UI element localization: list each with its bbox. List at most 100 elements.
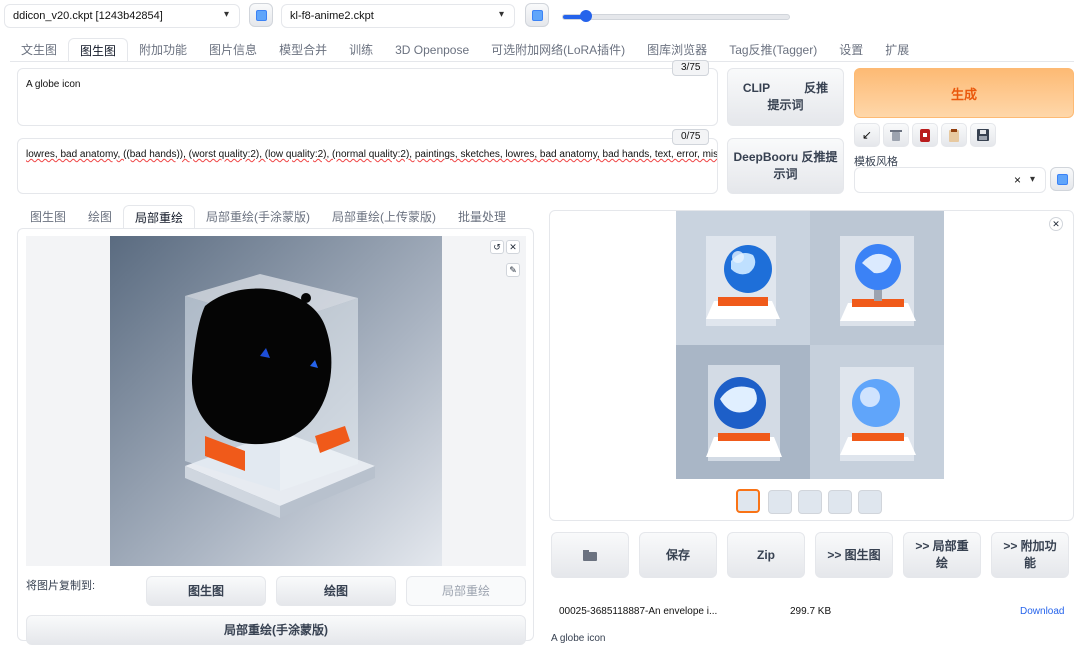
save-style-button[interactable] [970, 123, 996, 147]
mode-tab-1[interactable]: 绘图 [77, 205, 123, 229]
main-tab-4[interactable]: 模型合并 [268, 38, 338, 62]
thumbnail-2[interactable] [798, 490, 822, 514]
send-extras-label-1: >> 附加功 [1003, 539, 1057, 553]
copy-to-inpaint-button[interactable]: 局部重绘 [406, 576, 526, 606]
deepbooru-label-1: DeepBooru 反推提 [733, 150, 838, 164]
thumbnail-grid[interactable] [736, 489, 760, 513]
refresh-styles-button[interactable] [1050, 167, 1074, 191]
tab-divider [10, 61, 1074, 62]
grid-tile-1 [676, 211, 810, 345]
checkpoint-value: ddicon_v20.ckpt [1243b42854] [13, 10, 163, 22]
negative-token-counter: 0/75 [672, 129, 710, 145]
clip-label-2: 反推 [804, 81, 829, 95]
deepbooru-label-2: 示词 [773, 167, 798, 181]
output-file-name: 00025-3685118887-An envelope i... [559, 606, 718, 617]
trash-icon [890, 129, 902, 141]
copy-inpaint-sketch-label: 局部重绘(手涂蒙版) [224, 622, 328, 637]
refresh-vae-button[interactable] [525, 3, 549, 27]
clip-label-1: CLIP [742, 81, 771, 95]
generate-button[interactable]: 生成 [854, 68, 1074, 118]
main-tab-11[interactable]: 扩展 [874, 38, 920, 62]
deepbooru-interrogate-button[interactable]: DeepBooru 反推提 示词 [727, 138, 844, 194]
refresh-icon [532, 10, 543, 21]
chevron-down-icon: ▾ [223, 9, 229, 20]
chevron-down-icon: ▾ [498, 9, 504, 20]
send-to-img2img-button[interactable]: >> 图生图 [815, 532, 893, 578]
style-select[interactable]: × ▾ [854, 167, 1046, 193]
send-to-extras-button[interactable]: >> 附加功 能 [991, 532, 1069, 578]
generation-info: A globe icon [551, 633, 606, 644]
output-grid-image[interactable] [676, 211, 944, 479]
clip-interrogate-button[interactable]: CLIP 反推 提示词 [727, 68, 844, 126]
grid-tile-4 [810, 345, 944, 479]
download-link[interactable]: Download [1020, 606, 1064, 617]
thumbnail-1[interactable] [768, 490, 792, 514]
brush-icon[interactable]: ✎ [506, 263, 520, 277]
undo-icon[interactable]: ↺ [490, 240, 504, 254]
copy-img2img-label: 图生图 [187, 583, 224, 598]
send-img2img-label: >> 图生图 [827, 547, 881, 562]
checkpoint-select[interactable]: ddicon_v20.ckpt [1243b42854] ▾ [4, 4, 240, 28]
inpaint-image[interactable] [110, 236, 442, 566]
mode-tab-3[interactable]: 局部重绘(手涂蒙版) [195, 205, 321, 229]
refresh-icon [256, 10, 267, 21]
copy-inpaint-label: 局部重绘 [441, 583, 490, 598]
copy-to-img2img-button[interactable]: 图生图 [146, 576, 266, 606]
save-button[interactable]: 保存 [639, 532, 717, 578]
main-tab-9[interactable]: Tag反推(Tagger) [718, 38, 828, 62]
show-extra-networks-button[interactable] [912, 123, 938, 147]
globe-icon-render [110, 236, 442, 566]
copy-to-sketch-button[interactable]: 绘图 [276, 576, 396, 606]
main-tab-3[interactable]: 图片信息 [198, 38, 268, 62]
main-tab-10[interactable]: 设置 [828, 38, 874, 62]
card-icon [920, 128, 930, 142]
globe-icon [676, 211, 810, 345]
clip-skip-slider[interactable] [562, 10, 790, 22]
main-tab-0[interactable]: 文生图 [10, 38, 68, 62]
globe-icon [810, 345, 944, 479]
output-file-size: 299.7 KB [790, 606, 832, 617]
main-tab-2[interactable]: 附加功能 [128, 38, 198, 62]
main-tab-7[interactable]: 可选附加网络(LoRA插件) [480, 38, 636, 62]
thumbnail-3[interactable] [828, 490, 852, 514]
refresh-checkpoint-button[interactable] [249, 3, 273, 27]
prompt-text: A globe icon [26, 79, 81, 90]
apply-style-button[interactable] [941, 123, 967, 147]
floppy-disk-icon [977, 129, 989, 141]
globe-icon [810, 211, 944, 345]
clear-prompt-button[interactable] [883, 123, 909, 147]
clear-icon[interactable]: × [1014, 173, 1021, 187]
refresh-icon [1057, 174, 1068, 185]
mode-tab-0[interactable]: 图生图 [19, 205, 77, 229]
negative-prompt-input[interactable]: lowres, bad anatomy, ((bad hands)), (wor… [17, 138, 718, 194]
zip-button[interactable]: Zip [727, 532, 805, 578]
copy-sketch-label: 绘图 [323, 583, 348, 598]
send-inpaint-label-2: 绘 [935, 556, 948, 570]
thumbnail-4[interactable] [858, 490, 882, 514]
open-folder-button[interactable] [551, 532, 629, 578]
mode-tab-2[interactable]: 局部重绘 [123, 205, 196, 229]
prompt-input[interactable]: A globe icon [17, 68, 718, 126]
grid-tile-3 [676, 345, 810, 479]
close-icon[interactable]: ✕ [506, 240, 520, 254]
slider-thumb[interactable] [579, 10, 592, 22]
main-tab-5[interactable]: 训练 [338, 38, 384, 62]
inpaint-canvas-area[interactable]: ✕ ↺ ✎ [26, 236, 526, 566]
mode-tab-4[interactable]: 局部重绘(上传蒙版) [321, 205, 447, 229]
main-tab-6[interactable]: 3D Openpose [384, 38, 480, 62]
main-tabs: 文生图 图生图 附加功能 图片信息 模型合并 训练 3D Openpose 可选附加网络(Lo… [10, 38, 920, 62]
send-to-inpaint-button[interactable]: >> 局部重 绘 [903, 532, 981, 578]
close-icon[interactable]: ✕ [1049, 217, 1063, 231]
grid-tile-2 [810, 211, 944, 345]
arrow-down-left-icon: ↙ [861, 128, 873, 142]
vae-select[interactable]: kl-f8-anime2.ckpt ▾ [281, 4, 515, 28]
read-params-button[interactable]: ↙ [854, 123, 880, 147]
mode-tab-5[interactable]: 批量处理 [447, 205, 517, 229]
main-tab-1[interactable]: 图生图 [68, 38, 129, 62]
generate-label: 生成 [950, 86, 977, 102]
img2img-mode-tabs: 图生图 绘图 局部重绘 局部重绘(手涂蒙版) 局部重绘(上传蒙版) 批量处理 [19, 205, 517, 229]
main-tab-8[interactable]: 图库浏览器 [636, 38, 718, 62]
negative-prompt-text: lowres, bad anatomy, ((bad hands)), (wor… [26, 149, 718, 160]
zip-label: Zip [757, 547, 775, 562]
save-label: 保存 [665, 547, 690, 562]
